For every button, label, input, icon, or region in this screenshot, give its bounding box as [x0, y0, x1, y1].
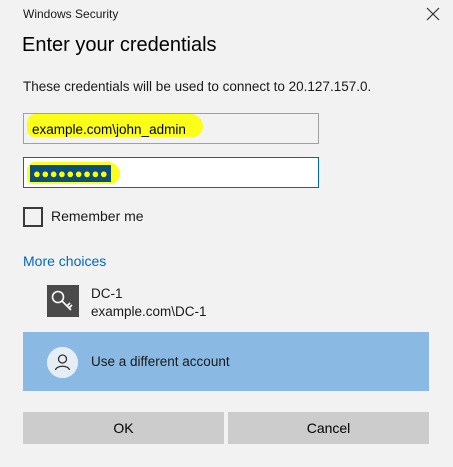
- use-different-account-option[interactable]: Use a different account: [23, 332, 429, 391]
- account-name: DC-1: [91, 286, 123, 301]
- password-field[interactable]: ●●●●●●●●●: [23, 157, 319, 188]
- different-account-label: Use a different account: [91, 354, 230, 369]
- username-value: example.com\john_admin: [32, 122, 186, 137]
- password-value: ●●●●●●●●●: [30, 165, 112, 182]
- credentials-dialog: Windows Security Enter your credentials …: [0, 0, 453, 467]
- dialog-description: These credentials will be used to connec…: [23, 79, 372, 94]
- account-domain: example.com\DC-1: [91, 304, 207, 319]
- window-title: Windows Security: [23, 7, 119, 21]
- user-icon: [47, 347, 78, 378]
- close-icon: [426, 7, 440, 21]
- dialog-heading: Enter your credentials: [22, 34, 217, 56]
- remember-me-label[interactable]: Remember me: [51, 208, 144, 224]
- ok-button[interactable]: OK: [23, 412, 224, 444]
- cancel-button[interactable]: Cancel: [228, 412, 429, 444]
- username-field[interactable]: example.com\john_admin: [23, 113, 319, 144]
- account-option-dc1[interactable]: DC-1 example.com\DC-1: [23, 282, 429, 322]
- key-icon: [47, 285, 79, 317]
- title-bar: Windows Security: [0, 0, 453, 28]
- remember-me-checkbox[interactable]: [23, 207, 43, 227]
- more-choices-link[interactable]: More choices: [23, 253, 106, 269]
- close-button[interactable]: [425, 6, 441, 22]
